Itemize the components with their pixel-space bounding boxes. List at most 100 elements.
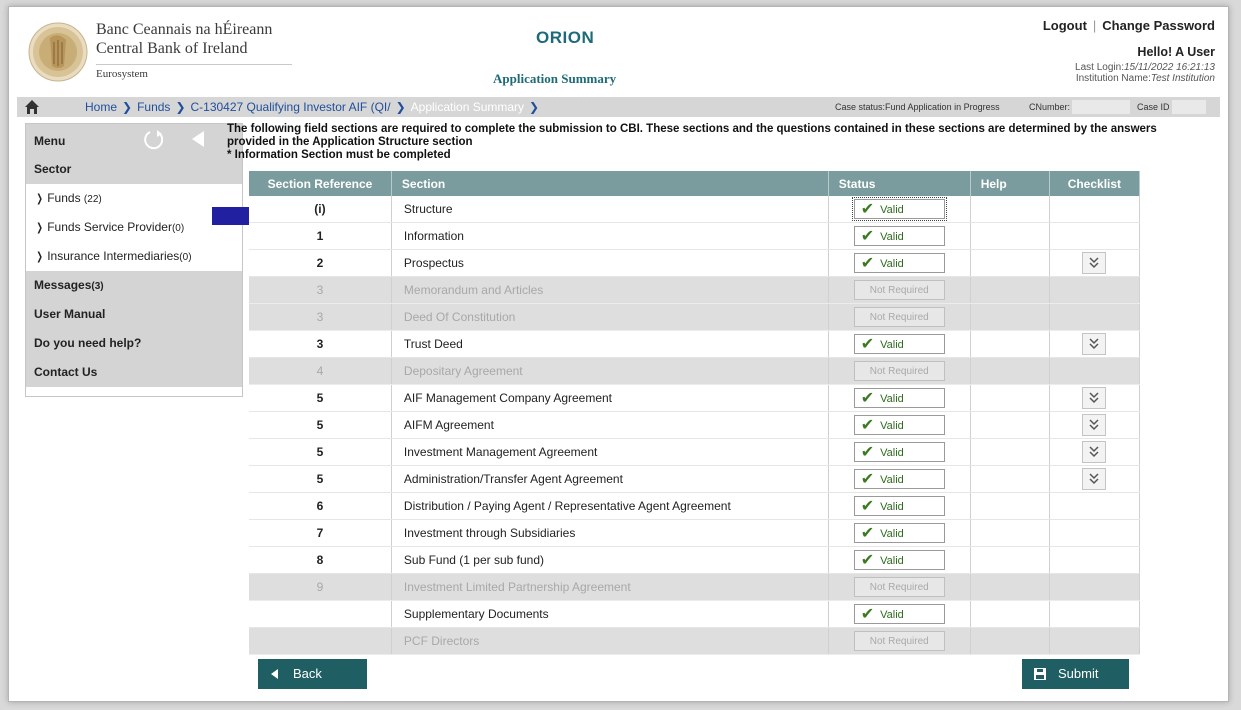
checklist-cell <box>1049 627 1141 655</box>
sidebar-item-contact[interactable]: Contact Us <box>26 358 242 387</box>
status-valid-button[interactable]: ✔ Valid <box>853 253 945 273</box>
sidebar-item-label: User Manual <box>34 307 106 321</box>
checklist-cell <box>1049 357 1141 385</box>
status-cell: ✔ Valid <box>828 249 971 277</box>
chevron-right-icon: ❯ <box>122 100 133 114</box>
status-valid-button[interactable]: ✔ Valid <box>853 496 945 516</box>
checklist-cell <box>1049 249 1141 277</box>
status-valid-button[interactable]: ✔ Valid <box>853 604 945 624</box>
sidebar-item-user-manual[interactable]: User Manual <box>26 300 242 329</box>
sidebar-item-label: Messages <box>34 278 92 292</box>
section-name-cell: Investment Limited Partnership Agreement <box>391 573 829 601</box>
status-valid-button[interactable]: ✔ Valid <box>853 550 945 570</box>
status-valid-button[interactable]: ✔ Valid <box>853 415 945 435</box>
checklist-download-icon[interactable] <box>1082 468 1107 490</box>
status-label: Not Required <box>869 636 929 647</box>
table-row: 4 Depositary Agreement Not Required <box>249 357 1141 385</box>
section-reference-cell: 5 <box>249 438 392 466</box>
chevron-right-icon: ❯ <box>395 100 406 114</box>
table-row: 5 Administration/Transfer Agent Agreement… <box>249 465 1141 493</box>
status-label: Valid <box>880 420 904 432</box>
sidebar-item-messages[interactable]: Messages(3) <box>26 271 242 300</box>
breadcrumb-trail: Home ❯ Funds ❯ C-130427 Qualifying Investor … <box>85 100 544 114</box>
change-password-link[interactable]: Change Password <box>1102 18 1215 33</box>
login-info: Last Login:15/11/2022 16:21:13 Instituti… <box>1075 62 1215 84</box>
status-valid-button[interactable]: ✔ Valid <box>853 388 945 408</box>
section-reference-cell: 5 <box>249 384 392 412</box>
sections-table: Section Reference Section Status Help Ch… <box>249 171 1141 655</box>
collapse-sidebar-icon[interactable] <box>192 131 204 147</box>
checklist-cell <box>1049 465 1141 493</box>
logout-link[interactable]: Logout <box>1043 18 1087 33</box>
help-cell <box>970 627 1050 655</box>
last-login-label: Last Login: <box>1075 62 1124 73</box>
sidebar-item-label: Funds <box>47 191 81 205</box>
bank-name-irish: Banc Ceannais na hÉireann <box>96 21 273 38</box>
status-label: Valid <box>880 609 904 621</box>
checklist-download-icon[interactable] <box>1082 414 1107 436</box>
section-reference-cell: (i) <box>249 196 392 223</box>
section-name-cell: Deed Of Constitution <box>391 303 829 331</box>
breadcrumb-home[interactable]: Home <box>85 100 117 114</box>
item-count: (0) <box>179 252 192 263</box>
status-valid-button[interactable]: ✔ Valid <box>853 334 945 354</box>
table-row: 2 Prospectus ✔ Valid <box>249 249 1141 277</box>
chevron-right-icon: ❯ <box>175 100 186 114</box>
institution-value: Test Institution <box>1150 73 1215 84</box>
section-reference-cell: 8 <box>249 546 392 574</box>
checklist-download-icon[interactable] <box>1082 333 1107 355</box>
sidebar-item-funds[interactable]: ❯ Funds (22) <box>26 184 242 213</box>
status-cell: ✔ Valid <box>828 519 971 547</box>
checklist-download-icon[interactable] <box>1082 252 1107 274</box>
checklist-cell <box>1049 384 1141 412</box>
checklist-cell <box>1049 546 1141 574</box>
sidebar-item-insurance-intermediaries[interactable]: ❯ Insurance Intermediaries(0) <box>26 242 242 271</box>
column-header-checklist: Checklist <box>1049 171 1141 196</box>
table-row: (i) Structure ✔ Valid <box>249 196 1141 223</box>
status-valid-button[interactable]: ✔ Valid <box>853 523 945 543</box>
breadcrumb-case[interactable]: C-130427 Qualifying Investor AIF (QI/ <box>191 100 391 114</box>
refresh-icon[interactable] <box>141 127 167 153</box>
last-login-value: 15/11/2022 16:21:13 <box>1123 62 1215 73</box>
checklist-cell <box>1049 330 1141 358</box>
page-title: Application Summary <box>493 71 617 86</box>
submit-button[interactable]: Submit <box>1022 659 1129 689</box>
status-valid-button[interactable]: ✔ Valid <box>853 469 945 489</box>
home-icon[interactable] <box>24 99 40 115</box>
status-not-required-badge: Not Required <box>853 577 945 597</box>
status-valid-button[interactable]: ✔ Valid <box>851 197 947 221</box>
section-name-cell: Administration/Transfer Agent Agreement <box>391 465 829 493</box>
top-links: Logout | Change Password <box>1043 18 1215 33</box>
checklist-download-icon[interactable] <box>1082 387 1107 409</box>
sidebar-item-help[interactable]: Do you need help? <box>26 329 242 358</box>
breadcrumb-funds[interactable]: Funds <box>137 100 170 114</box>
chevron-right-icon: ❯ <box>36 222 43 234</box>
section-reference-cell: 9 <box>249 573 392 601</box>
help-cell <box>970 573 1050 601</box>
section-reference-cell <box>249 627 392 655</box>
breadcrumb: Home ❯ Funds ❯ C-130427 Qualifying Investor … <box>17 97 1220 117</box>
table-row: Supplementary Documents ✔ Valid <box>249 600 1141 628</box>
checklist-download-icon[interactable] <box>1082 441 1107 463</box>
status-label: Valid <box>880 555 904 567</box>
section-name-cell: Prospectus <box>391 249 829 277</box>
status-valid-button[interactable]: ✔ Valid <box>853 226 945 246</box>
column-header-help: Help <box>970 171 1050 196</box>
column-header-section: Section <box>391 171 829 196</box>
section-reference-cell: 7 <box>249 519 392 547</box>
table-row: 3 Deed Of Constitution Not Required <box>249 303 1141 331</box>
check-icon: ✔ <box>860 552 875 569</box>
sidebar-item-funds-service-provider[interactable]: ❯ Funds Service Provider(0) <box>26 213 242 242</box>
help-cell <box>970 600 1050 628</box>
help-cell <box>970 357 1050 385</box>
table-body: (i) Structure ✔ Valid 1 Information ✔ Valid 2 Pro… <box>249 196 1141 655</box>
checklist-cell <box>1049 303 1141 331</box>
help-cell <box>970 384 1050 412</box>
back-button[interactable]: Back <box>258 659 367 689</box>
bank-name-english: Central Bank of Ireland <box>96 40 248 57</box>
help-cell <box>970 249 1050 277</box>
status-valid-button[interactable]: ✔ Valid <box>853 442 945 462</box>
sector-label: Sector <box>34 162 72 176</box>
status-cell: Not Required <box>828 573 971 601</box>
check-icon: ✔ <box>860 390 875 407</box>
